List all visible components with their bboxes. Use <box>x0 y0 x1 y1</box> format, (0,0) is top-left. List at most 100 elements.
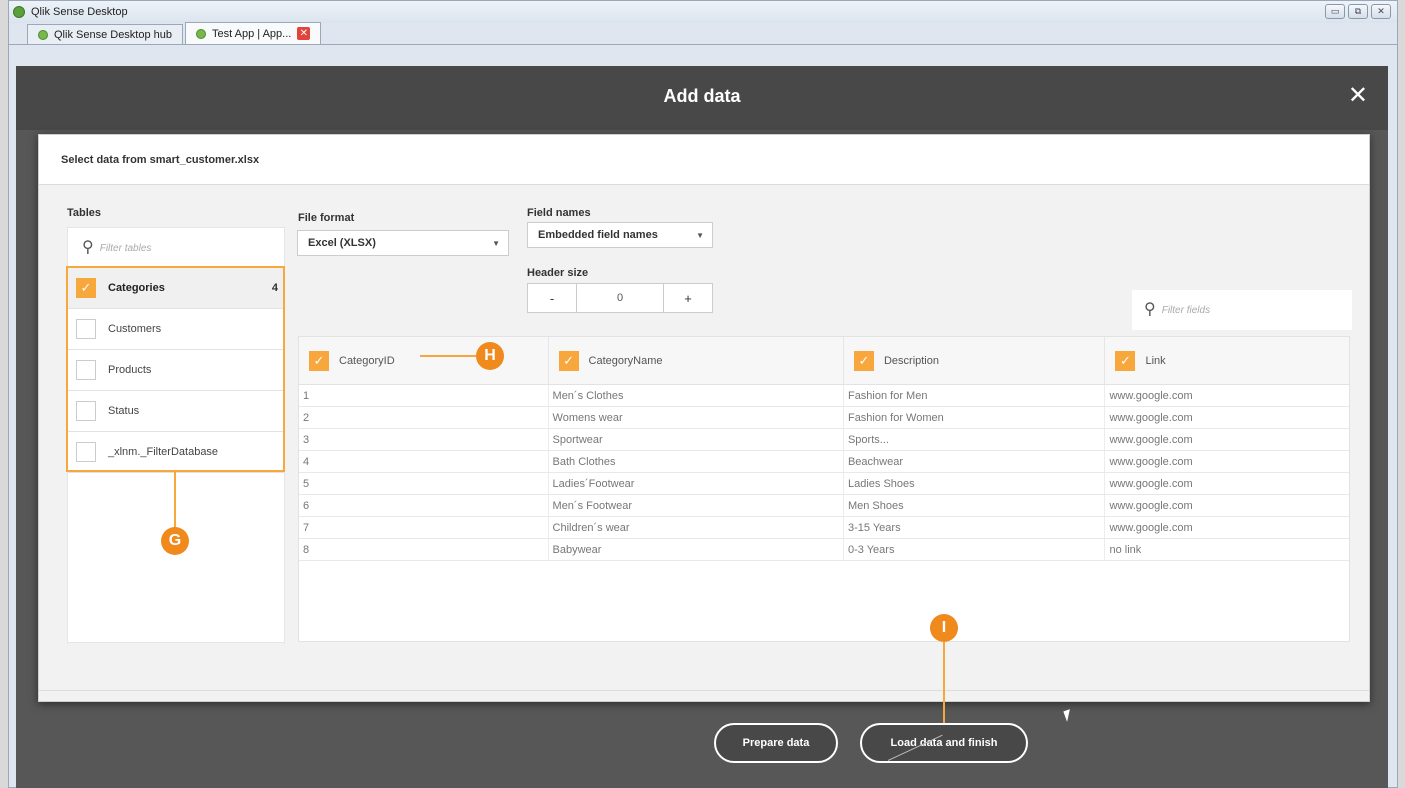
header-size-label: Header size <box>527 267 589 279</box>
header-size-value[interactable]: 0 <box>576 284 664 312</box>
column-header-categoryname[interactable]: ✓ CategoryName <box>549 337 844 384</box>
column-name: CategoryName <box>588 354 663 367</box>
table-cell: 0-3 Years <box>844 539 1106 560</box>
overlay-title: Add data <box>663 86 741 106</box>
minimize-button[interactable]: ▭ <box>1325 4 1345 19</box>
table-row: 8 Babywear 0-3 Years no link <box>299 539 1349 561</box>
column-name: Link <box>1145 354 1166 367</box>
callout-line <box>943 642 945 724</box>
file-format-label: File format <box>298 212 355 224</box>
qlik-tab-icon <box>38 29 48 40</box>
checkbox-checked-icon[interactable]: ✓ <box>853 350 874 371</box>
column-header-link[interactable]: ✓ Link <box>1105 337 1349 384</box>
table-cell: Womens wear <box>549 407 844 428</box>
increment-button[interactable]: + <box>664 284 712 312</box>
column-header-description[interactable]: ✓ Description <box>844 337 1106 384</box>
chevron-down-icon: ▼ <box>696 230 704 240</box>
window-title: Qlik Sense Desktop <box>31 6 128 18</box>
tab-bar: Qlik Sense Desktop hub Test App | App...… <box>9 22 1397 45</box>
checkbox-checked-icon[interactable]: ✓ <box>309 350 329 371</box>
table-cell: no link <box>1109 543 1142 556</box>
title-bar: Qlik Sense Desktop ▭ ⧉ ✕ <box>9 1 1397 23</box>
table-cell: Ladies´Footwear <box>549 473 844 494</box>
search-icon: ⚲ <box>1144 301 1156 318</box>
table-cell: Fashion for Men <box>844 385 1106 406</box>
table-row: 5 Ladies´Footwear Ladies Shoes www.google.c… <box>299 473 1349 495</box>
table-row: 4 Bath Clothes Beachwear www.google.com <box>299 451 1349 473</box>
search-icon: ⚲ <box>82 239 94 256</box>
callout-badge-g: G <box>161 527 189 555</box>
table-cell: www.google.com <box>1109 477 1193 490</box>
overlay-header: Add data ✕ <box>16 66 1388 130</box>
field-names-label: Field names <box>527 207 591 219</box>
tab-hub[interactable]: Qlik Sense Desktop hub <box>27 24 184 44</box>
table-cell: www.google.com <box>1109 433 1193 446</box>
data-preview-grid: ✓ CategoryID ✓ CategoryName ✓ Descriptio… <box>298 336 1350 642</box>
table-cell: Men Shoes <box>844 495 1106 516</box>
filter-tables-placeholder: Filter tables <box>99 242 152 254</box>
table-row: 1 Men´s Clothes Fashion for Men www.google.… <box>299 385 1349 407</box>
column-name: Description <box>883 354 939 367</box>
table-cell: 5 <box>299 473 549 494</box>
column-name: CategoryID <box>339 354 395 367</box>
table-cell: 8 <box>299 539 549 560</box>
dialog-subtitle: Select data from smart_customer.xlsx <box>61 154 260 166</box>
checkbox-checked-icon[interactable]: ✓ <box>1115 350 1136 371</box>
filter-fields-input[interactable]: ⚲ Filter fields <box>1132 290 1352 330</box>
table-cell: www.google.com <box>1109 521 1193 534</box>
table-cell: Men´s Clothes <box>549 385 844 406</box>
callout-line <box>420 355 476 357</box>
table-row: 6 Men´s Footwear Men Shoes www.google.com <box>299 495 1349 517</box>
table-row: 7 Children´s wear 3-15 Years www.google.com <box>299 517 1349 539</box>
tab-label: Test App | App... <box>212 27 292 40</box>
callout-line <box>174 472 176 528</box>
header-size-stepper: - 0 + <box>527 283 713 313</box>
table-cell: Children´s wear <box>549 517 844 538</box>
column-header-categoryid[interactable]: ✓ CategoryID <box>299 337 549 384</box>
table-cell: 7 <box>299 517 549 538</box>
dialog-header: Select data from smart_customer.xlsx <box>39 135 1369 185</box>
file-format-value: Excel (XLSX) <box>308 237 376 249</box>
table-cell: Babywear <box>549 539 844 560</box>
table-cell: Fashion for Women <box>844 407 1106 428</box>
table-cell: 1 <box>299 385 549 406</box>
table-row: 3 Sportwear Sports... www.google.com <box>299 429 1349 451</box>
table-row: 2 Womens wear Fashion for Women www.google.… <box>299 407 1349 429</box>
filter-tables-input[interactable]: ⚲ Filter tables <box>68 228 284 268</box>
table-cell: www.google.com <box>1109 455 1193 468</box>
close-icon[interactable]: ✕ <box>1348 84 1368 108</box>
grid-body: 1 Men´s Clothes Fashion for Men www.google.… <box>299 385 1349 561</box>
window-controls: ▭ ⧉ ✕ <box>1325 4 1391 19</box>
tables-label: Tables <box>67 207 102 219</box>
table-cell: 3 <box>299 429 549 450</box>
decrement-button[interactable]: - <box>528 284 576 312</box>
prepare-data-button[interactable]: Prepare data <box>714 723 838 763</box>
load-data-and-finish-button[interactable]: Load data and finish <box>860 723 1028 763</box>
table-cell: Sportwear <box>549 429 844 450</box>
table-cell: www.google.com <box>1109 411 1193 424</box>
tab-test-app[interactable]: Test App | App... ✕ <box>185 22 322 44</box>
field-names-value: Embedded field names <box>538 229 658 241</box>
tab-close-icon[interactable]: ✕ <box>297 27 311 40</box>
table-cell: 4 <box>299 451 549 472</box>
table-cell: www.google.com <box>1109 389 1193 402</box>
table-cell: Sports... <box>844 429 1106 450</box>
close-window-button[interactable]: ✕ <box>1371 4 1391 19</box>
table-cell: 3-15 Years <box>844 517 1106 538</box>
chevron-down-icon: ▼ <box>492 238 500 248</box>
filter-fields-placeholder: Filter fields <box>1161 304 1211 316</box>
qlik-tab-icon <box>196 28 207 39</box>
checkbox-checked-icon[interactable]: ✓ <box>558 350 579 371</box>
tab-label: Qlik Sense Desktop hub <box>54 28 173 41</box>
qlik-logo-icon <box>13 6 25 18</box>
table-cell: 2 <box>299 407 549 428</box>
table-cell: Beachwear <box>844 451 1106 472</box>
table-cell: Bath Clothes <box>549 451 844 472</box>
callout-badge-i: I <box>930 614 958 642</box>
field-names-dropdown[interactable]: Embedded field names ▼ <box>527 222 713 248</box>
maximize-button[interactable]: ⧉ <box>1348 4 1368 19</box>
file-format-dropdown[interactable]: Excel (XLSX) ▼ <box>297 230 509 256</box>
dialog-divider <box>39 690 1369 691</box>
callout-badge-h: H <box>476 342 504 370</box>
table-cell: www.google.com <box>1109 499 1193 512</box>
